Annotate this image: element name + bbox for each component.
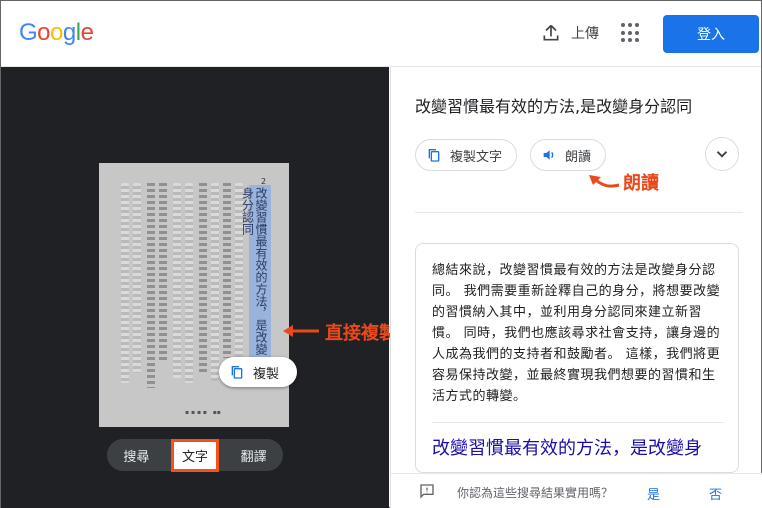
mode-search[interactable]: 搜尋 [107, 446, 166, 465]
logo-letter: g [62, 19, 76, 46]
annotation-arrow-copy [283, 325, 319, 337]
logo-letter: G [19, 19, 38, 46]
feedback-yes-button[interactable]: 是 [647, 484, 660, 503]
highlighted-text: 改變習慣最有效的方法，是改變身分認同 [240, 187, 269, 355]
copy-text-button[interactable]: 複製文字 [415, 139, 518, 171]
feedback-question: 你認為這些搜尋結果實用嗎？ [457, 486, 614, 500]
mode-text[interactable]: 文字 [166, 438, 225, 472]
lens-mode-bar: 搜尋 文字 翻譯 [107, 438, 283, 472]
copy-text-label: 複製文字 [450, 149, 503, 165]
result-card: 總結來說，改變習慣最有效的方法是改變身分認同。 我們需要重新詮釋自己的身分，將想… [415, 243, 739, 473]
google-logo[interactable]: Google [19, 19, 94, 47]
divider [432, 422, 724, 423]
copy-icon [231, 366, 243, 379]
annotation-arrow-listen [589, 175, 620, 188]
mode-text-label: 文字 [171, 438, 220, 472]
feedback-no-button[interactable]: 否 [709, 484, 722, 503]
text-results-pane: 改變習慣最有效的方法,是改變身分認同 複製文字 朗讀 朗讀 總結來說，改變習慣最… [390, 67, 762, 508]
divider [415, 212, 743, 213]
lens-image-pane: 改變習慣最有效的方法，是改變身分認同 2 ▪ ▪ ▪ ▪ ▪▪ 複製 搜尋 文字… [1, 67, 389, 508]
listen-button[interactable]: 朗讀 [530, 139, 607, 171]
book-page-image: 改變習慣最有效的方法，是改變身分認同 2 ▪ ▪ ▪ ▪ ▪▪ [99, 163, 289, 427]
page-number: 2 [261, 177, 267, 186]
logo-letter: e [80, 19, 94, 46]
feedback-bar: 你認為這些搜尋結果實用嗎？ 是 否 [391, 473, 762, 508]
mode-translate[interactable]: 翻譯 [224, 446, 283, 465]
upload-button[interactable]: 上傳 [541, 23, 599, 43]
feedback-icon [420, 484, 434, 499]
upload-icon [543, 24, 559, 41]
result-card-link[interactable]: 改變習慣最有效的方法，是改變身 [432, 434, 702, 460]
copy-chip-label: 複製 [253, 366, 280, 382]
logo-letter: o [50, 19, 63, 46]
logo-letter: o [37, 19, 51, 46]
copy-icon [428, 149, 440, 162]
apps-grid-icon[interactable] [621, 23, 641, 43]
chevron-down-icon [716, 151, 728, 158]
annotation-listen-text: 朗讀 [623, 173, 659, 194]
upload-label: 上傳 [571, 26, 599, 42]
copy-chip-button[interactable]: 複製 [219, 357, 297, 387]
result-title: 改變習慣最有效的方法,是改變身分認同 [415, 97, 693, 116]
top-bar: Google 上傳 登入 [1, 1, 761, 67]
sign-in-button[interactable]: 登入 [663, 15, 759, 53]
result-card-text: 總結來說，改變習慣最有效的方法是改變身分認同。 我們需要重新詮釋自己的身分，將想… [432, 263, 721, 404]
speaker-icon [543, 150, 554, 160]
expand-button[interactable] [705, 137, 739, 171]
page-footer: ▪ ▪ ▪ ▪ ▪▪ [185, 409, 221, 416]
highlighted-text-region[interactable]: 改變習慣最有效的方法，是改變身分認同 [240, 185, 271, 357]
listen-label: 朗讀 [565, 149, 592, 165]
